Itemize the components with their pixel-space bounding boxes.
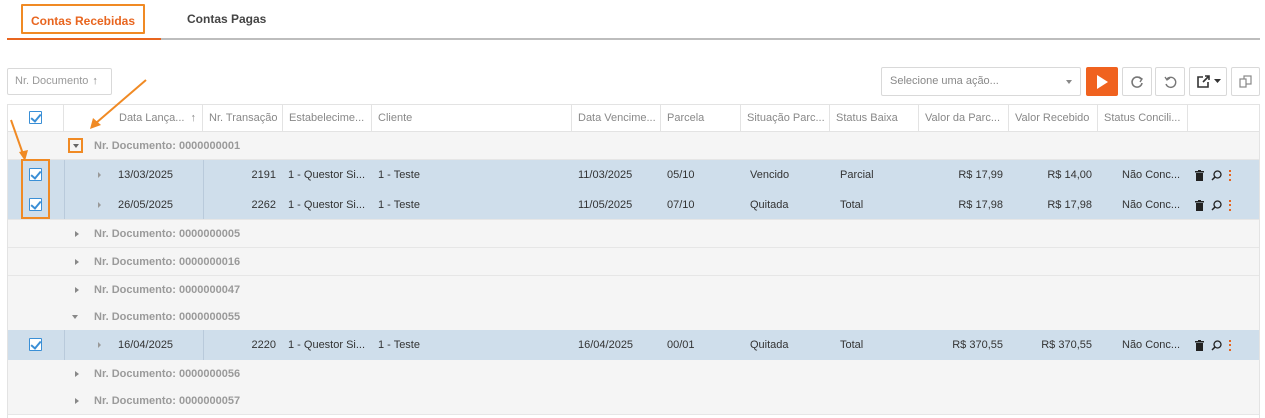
arrow-to-row-checkboxes [10, 119, 28, 161]
arrow-to-group-expander [90, 79, 147, 129]
annotation-arrows [10, 79, 147, 161]
